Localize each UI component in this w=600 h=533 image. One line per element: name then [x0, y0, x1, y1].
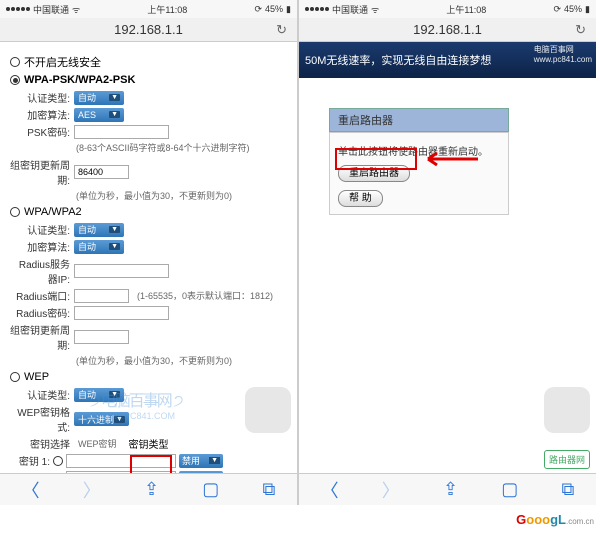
key-type-label: 密钥类型 [129, 436, 169, 451]
option-label: WEP [24, 371, 49, 383]
bookmarks-icon[interactable]: ▢ [501, 479, 518, 500]
radio-icon [10, 57, 20, 67]
url-bar[interactable]: 192.168.1.1 ↻ [299, 18, 596, 42]
psk-hint: (8-63个ASCII码字符或8-64个十六进制字符) [76, 141, 287, 154]
banner-text: 50M无线速率，实现无线自由连接梦想 [305, 52, 491, 68]
radius-ip-label: Radius服务器IP: [10, 256, 70, 286]
url-text: 192.168.1.1 [413, 22, 482, 37]
reload-icon[interactable]: ↻ [276, 22, 287, 38]
option-wep[interactable]: WEP [10, 371, 287, 383]
group-key-input[interactable] [74, 165, 129, 179]
enc-algo-select[interactable]: AES [74, 108, 124, 122]
option-wpa[interactable]: WPA/WPA2 [10, 206, 287, 218]
signal-icon [305, 7, 329, 11]
option-label: WPA-PSK/WPA2-PSK [24, 74, 135, 86]
back-icon[interactable]: 〈 [321, 477, 339, 503]
radius-pass-input[interactable] [74, 306, 169, 320]
option-disable-security[interactable]: 不开启无线安全 [10, 54, 287, 70]
key1-type-select[interactable]: 禁用 [179, 454, 223, 468]
highlight-reboot-button [335, 148, 417, 170]
panel-body: 单击此按钮将使路由器重新启动。 重启路由器 帮 助 [329, 132, 509, 215]
key-sel-val: WEP密钥 [78, 437, 117, 450]
carrier-label: 中国联通 [33, 3, 69, 16]
share-icon[interactable]: ⇪ [443, 479, 458, 500]
group-key-hint: (单位为秒，最小值为30，不更新则为0) [76, 354, 287, 367]
enc-algo-label: 加密算法: [10, 239, 70, 254]
option-label: 不开启无线安全 [24, 54, 101, 70]
radius-ip-input[interactable] [74, 264, 169, 278]
wep-auth-select[interactable]: 自动 [74, 388, 124, 402]
group-key-hint: (单位为秒，最小值为30，不更新则为0) [76, 189, 287, 202]
battery-icon: ▮ [585, 4, 590, 15]
wep-fmt-select[interactable]: 十六进制 [74, 412, 129, 426]
forward-icon[interactable]: 〉 [83, 477, 101, 503]
tabs-icon[interactable]: ⧉ [562, 479, 575, 500]
rotation-lock-icon: ⟳ [254, 4, 262, 15]
battery-icon: ▮ [286, 4, 291, 15]
radius-port-label: Radius端口: [10, 288, 70, 303]
radius-port-hint: (1-65535，0表示默认端口：1812) [137, 289, 273, 302]
psk-pass-input[interactable] [74, 125, 169, 139]
psk-pass-label: PSK密码: [10, 124, 70, 139]
wifi-icon: ᯤ [371, 3, 379, 16]
group-key-input-2[interactable] [74, 330, 129, 344]
radio-icon [10, 372, 20, 382]
key1-radio[interactable] [53, 456, 63, 466]
key2-label: 密钥 2: [10, 470, 50, 473]
status-bar: 中国联通 ᯤ 上午11:08 ⟳ 45% ▮ [299, 0, 596, 18]
key2-radio[interactable] [53, 473, 63, 474]
auth-type-select[interactable]: 自动 [74, 91, 124, 105]
group-key-label: 组密钥更新周期: [10, 157, 70, 187]
auth-type-label: 认证类型: [10, 222, 70, 237]
option-label: WPA/WPA2 [24, 206, 82, 218]
gooogl-logo: GooogL.com.cn [516, 512, 594, 527]
assistive-touch-icon[interactable] [544, 387, 590, 433]
radio-icon [10, 75, 20, 85]
wep-fmt-label: WEP密钥格式: [10, 404, 70, 434]
carrier-label: 中国联通 [332, 3, 368, 16]
safari-toolbar: 〈 〉 ⇪ ▢ ⧉ [299, 473, 596, 505]
key-sel-label: 密钥选择 [10, 436, 70, 451]
wifi-icon: ᯤ [72, 3, 80, 16]
bookmarks-icon[interactable]: ▢ [202, 479, 219, 500]
option-wpa-psk[interactable]: WPA-PSK/WPA2-PSK [10, 74, 287, 86]
url-text: 192.168.1.1 [114, 22, 183, 37]
battery-label: 45% [265, 4, 283, 14]
panel-title: 重启路由器 [329, 108, 509, 132]
help-button[interactable]: 帮 助 [338, 190, 383, 207]
wpa-auth-select[interactable]: 自动 [74, 223, 124, 237]
rotation-lock-icon: ⟳ [553, 4, 561, 15]
back-icon[interactable]: 〈 [22, 477, 40, 503]
battery-label: 45% [564, 4, 582, 14]
signal-icon [6, 7, 30, 11]
reload-icon[interactable]: ↻ [575, 22, 586, 38]
status-bar: 中国联通 ᯤ 上午11:08 ⟳ 45% ▮ [0, 0, 297, 18]
group-key-label: 组密钥更新周期: [10, 322, 70, 352]
auth-type-label: 认证类型: [10, 387, 70, 402]
radius-pass-label: Radius密码: [10, 305, 70, 320]
banner-brand: 电脑百事网www.pc841.com [534, 44, 592, 64]
tabs-icon[interactable]: ⧉ [263, 479, 276, 500]
share-icon[interactable]: ⇪ [144, 479, 159, 500]
forward-icon[interactable]: 〉 [382, 477, 400, 503]
radius-port-input[interactable] [74, 289, 129, 303]
key2-type-select[interactable]: 禁用 [179, 471, 223, 474]
banner: 50M无线速率，实现无线自由连接梦想 电脑百事网www.pc841.com [299, 42, 596, 78]
key1-label: 密钥 1: [10, 453, 50, 468]
arrow-icon [423, 150, 483, 168]
time-label: 上午11:08 [147, 3, 187, 16]
router-site-logo: 路由器网 [544, 450, 590, 469]
auth-type-label: 认证类型: [10, 90, 70, 105]
highlight-reboot-link [130, 455, 172, 473]
url-bar[interactable]: 192.168.1.1 ↻ [0, 18, 297, 42]
safari-toolbar: 〈 〉 ⇪ ▢ ⧉ [0, 473, 297, 505]
time-label: 上午11:08 [446, 3, 486, 16]
wpa-enc-select[interactable]: 自动 [74, 240, 124, 254]
assistive-touch-icon[interactable] [245, 387, 291, 433]
radio-icon [10, 207, 20, 217]
enc-algo-label: 加密算法: [10, 107, 70, 122]
